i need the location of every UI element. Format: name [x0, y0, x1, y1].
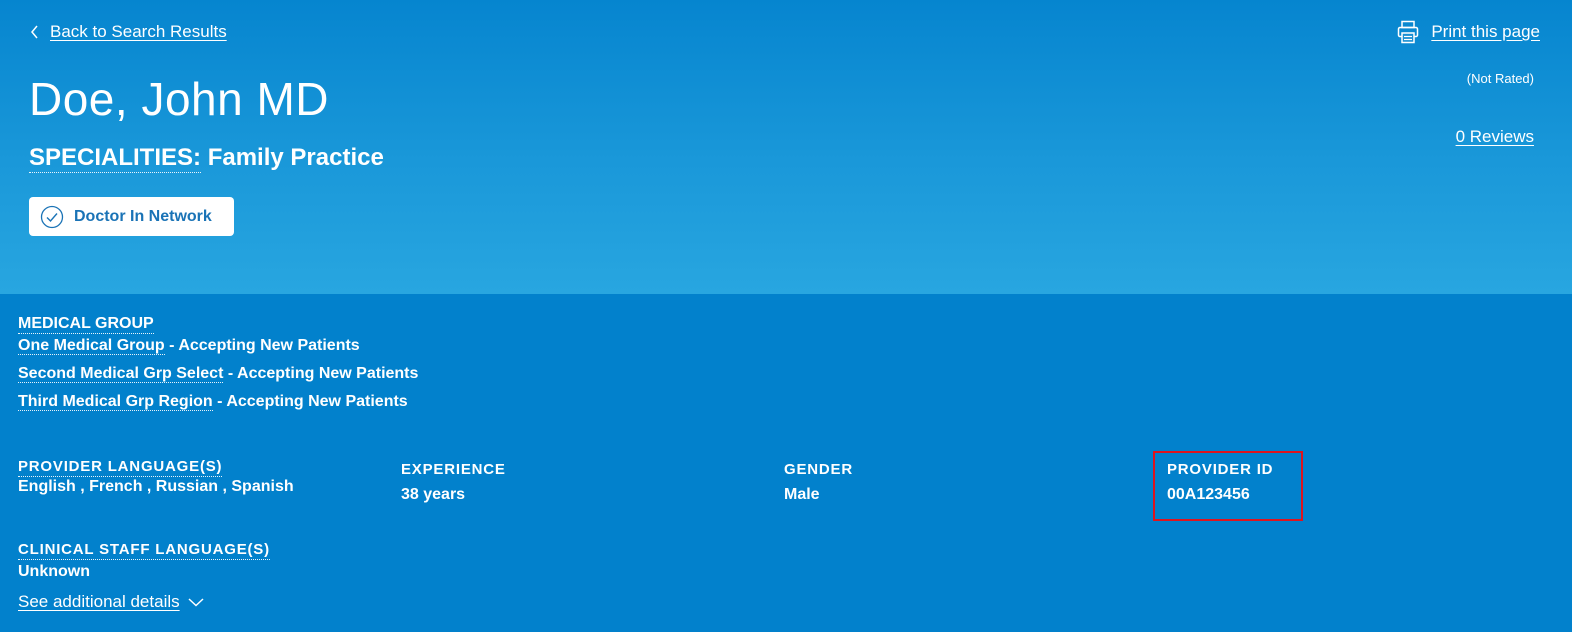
gender-label: GENDER — [784, 461, 853, 478]
rating-status: (Not Rated) — [1466, 71, 1534, 86]
specialities-heading: SPECIALITIES: Family Practice — [29, 144, 384, 173]
print-page-link[interactable]: Print this page — [1397, 20, 1540, 44]
provider-languages-value: English , French , Russian , Spanish — [18, 478, 294, 495]
medical-group-link[interactable]: Third Medical Grp Region — [18, 393, 213, 411]
see-additional-details-toggle[interactable]: See additional details — [18, 592, 204, 612]
see-additional-details-label: See additional details — [18, 592, 180, 611]
back-to-results-link[interactable]: Back to Search Results — [30, 22, 227, 42]
chevron-left-icon — [31, 25, 38, 39]
medical-group-link[interactable]: Second Medical Grp Select — [18, 365, 224, 383]
provider-id-label: PROVIDER ID — [1167, 461, 1274, 478]
medical-group-link[interactable]: One Medical Group — [18, 337, 165, 355]
provider-name: Doe, John MD — [29, 73, 330, 125]
speciality-value: Family Practice — [207, 144, 384, 171]
medical-group-title[interactable]: MEDICAL GROUP — [18, 315, 154, 334]
chevron-down-icon — [188, 598, 204, 607]
clinical-staff-languages-heading[interactable]: CLINICAL STAFF LANGUAGE(S) — [18, 541, 270, 560]
clinical-staff-languages-label[interactable]: CLINICAL STAFF LANGUAGE(S) — [18, 541, 270, 560]
provider-languages-heading[interactable]: PROVIDER LANGUAGE(S) — [18, 458, 223, 477]
medical-group-item: Second Medical Grp Select - Accepting Ne… — [18, 365, 418, 383]
check-circle-icon — [40, 205, 64, 228]
experience-label: EXPERIENCE — [401, 461, 506, 478]
clinical-staff-languages-value: Unknown — [18, 563, 90, 580]
medical-group-label[interactable]: MEDICAL GROUP — [18, 315, 154, 334]
reviews-link[interactable]: 0 Reviews — [1456, 127, 1534, 147]
provider-id-value: 00A123456 — [1167, 486, 1250, 503]
medical-group-status: - Accepting New Patients — [223, 365, 419, 382]
medical-group-item: One Medical Group - Accepting New Patien… — [18, 337, 360, 355]
medical-group-status: - Accepting New Patients — [164, 337, 360, 354]
medical-group-item: Third Medical Grp Region - Accepting New… — [18, 393, 408, 411]
printer-icon — [1398, 20, 1419, 44]
back-link-label: Back to Search Results — [50, 22, 227, 41]
gender-value: Male — [784, 486, 820, 503]
print-link-label: Print this page — [1431, 22, 1540, 41]
network-badge: Doctor In Network — [29, 197, 234, 236]
network-badge-label: Doctor In Network — [74, 207, 212, 225]
provider-languages-label[interactable]: PROVIDER LANGUAGE(S) — [18, 458, 223, 477]
experience-value: 38 years — [401, 486, 466, 503]
specialities-label[interactable]: SPECIALITIES: — [29, 144, 202, 173]
medical-group-status: - Accepting New Patients — [212, 393, 408, 410]
